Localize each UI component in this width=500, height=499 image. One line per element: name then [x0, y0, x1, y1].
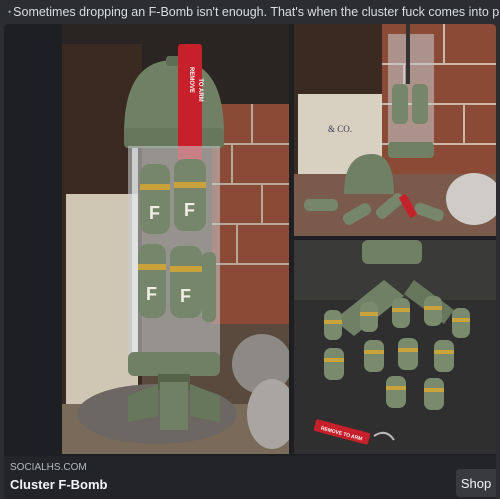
image-gallery: REMOVE TO ARM F F F F & CO. REMOVE TO AR… — [62, 24, 496, 454]
embed-footer: SOCIALHS.COM Cluster F-Bomb Shop — [4, 456, 496, 499]
tag-text-line1: REMOVE — [188, 67, 194, 93]
cluster-bomb-photo-top-right[interactable]: & CO. — [294, 24, 496, 236]
bomb-letter-4: F — [180, 286, 191, 306]
cluster-bomb-photo-main[interactable]: REMOVE TO ARM F F F F — [62, 24, 289, 454]
embed-title[interactable]: Cluster F-Bomb — [10, 477, 108, 492]
chat-message: • Sometimes dropping an F-Bomb isn't eno… — [0, 0, 500, 24]
shop-button[interactable]: Shop — [456, 469, 496, 497]
bomb-letter-2: F — [184, 200, 195, 220]
cluster-bomb-photo-top-right-graphic: & CO. — [294, 24, 496, 236]
link-embed[interactable]: REMOVE TO ARM F F F F & CO. REMOVE TO AR… — [4, 24, 496, 499]
bomb-letter-1: F — [149, 203, 160, 223]
bomb-letter-3: F — [146, 284, 157, 304]
cluster-bomb-photo-bottom-right-graphic: REMOVE TO ARM — [294, 240, 496, 454]
tag-text-line2: TO ARM — [197, 78, 203, 101]
cluster-bomb-photo-bottom-right[interactable]: REMOVE TO ARM — [294, 240, 496, 454]
bullet-icon: • — [8, 7, 12, 17]
embed-site-name[interactable]: SOCIALHS.COM — [10, 462, 87, 473]
cluster-bomb-photo-main-graphic: REMOVE TO ARM F F F F — [62, 24, 289, 454]
jar-label-text: & CO. — [328, 124, 352, 134]
message-text: Sometimes dropping an F-Bomb isn't enoug… — [13, 5, 500, 19]
